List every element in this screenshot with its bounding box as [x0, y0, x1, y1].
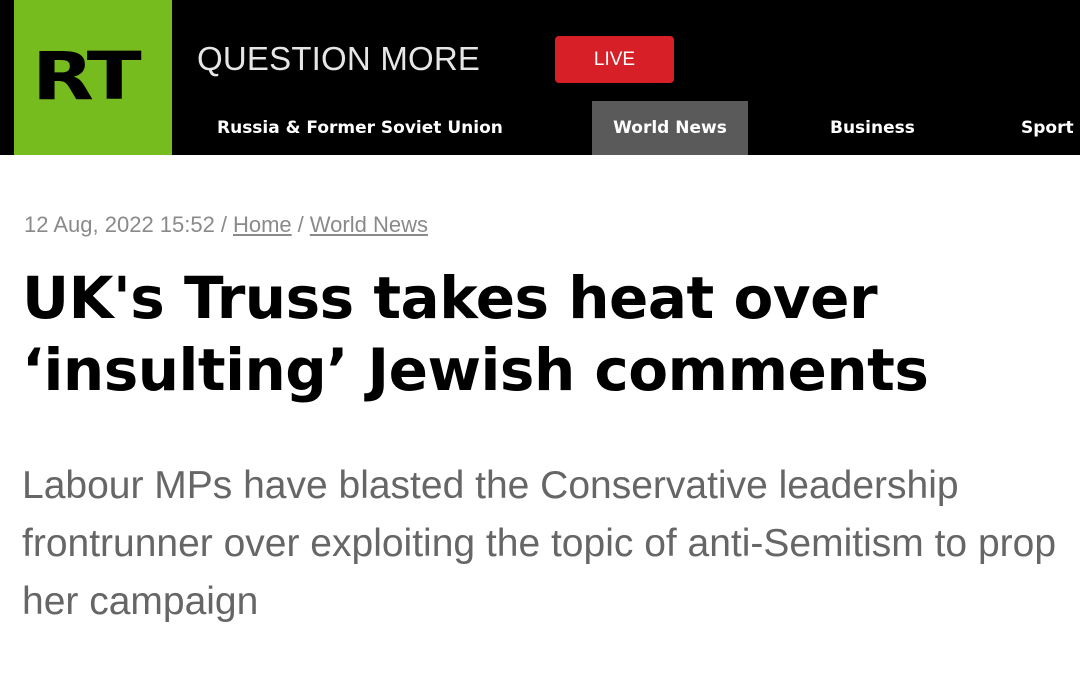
breadcrumb: 12 Aug, 2022 15:52/Home / World News	[24, 210, 428, 240]
breadcrumb-section-link[interactable]: World News	[310, 212, 428, 237]
article-date: 12 Aug, 2022 15:52	[24, 212, 215, 237]
breadcrumb-separator: /	[297, 212, 304, 237]
article-headline: UK's Truss takes heat over ‘insulting’ J…	[22, 262, 1062, 406]
site-tagline: QUESTION MORE	[197, 40, 481, 77]
main-nav: Russia & Former Soviet Union World News …	[0, 101, 1080, 155]
site-header: RT QUESTION MORE LIVE Russia & Former So…	[0, 0, 1080, 155]
nav-item-sport[interactable]: Sport	[1021, 101, 1074, 155]
live-button[interactable]: LIVE	[555, 36, 674, 83]
headline-line-1: UK's Truss takes heat over	[22, 264, 878, 332]
nav-item-world-news[interactable]: World News	[592, 101, 748, 155]
headline-line-2: ‘insulting’ Jewish comments	[22, 336, 929, 404]
nav-item-business[interactable]: Business	[830, 101, 915, 155]
breadcrumb-separator: /	[220, 212, 227, 237]
breadcrumb-home-link[interactable]: Home	[233, 212, 292, 237]
nav-item-russia[interactable]: Russia & Former Soviet Union	[217, 101, 503, 155]
article-summary: Labour MPs have blasted the Conservative…	[22, 464, 1057, 623]
